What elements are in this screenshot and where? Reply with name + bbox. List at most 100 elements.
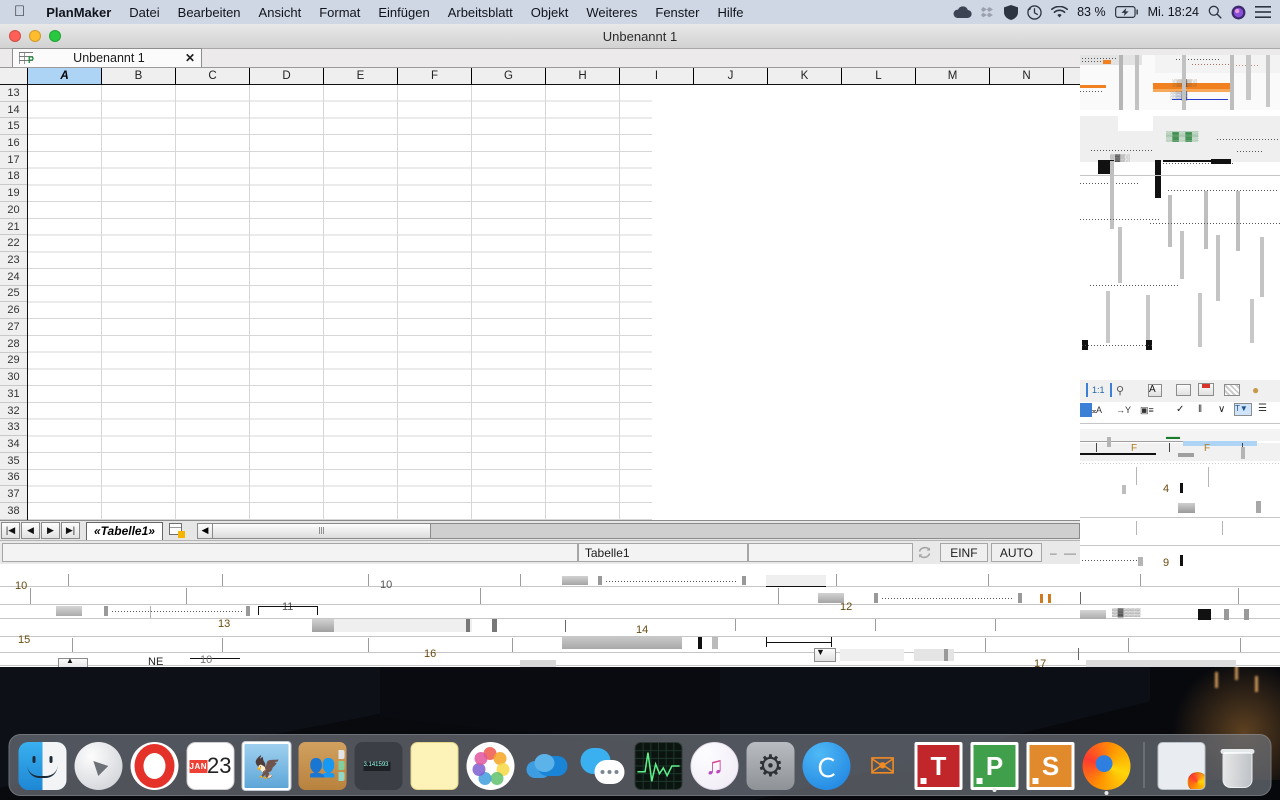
menu-clock[interactable]: Mi. 18:24: [1148, 5, 1199, 19]
column-header-c[interactable]: C: [176, 68, 250, 84]
row-header[interactable]: 35: [0, 452, 27, 470]
column-header-i[interactable]: I: [620, 68, 694, 84]
row-header[interactable]: 15: [0, 118, 27, 136]
insert-mode-indicator[interactable]: EINF: [939, 543, 988, 562]
row-header[interactable]: 22: [0, 235, 27, 253]
row-header[interactable]: 26: [0, 302, 27, 320]
dock-item-firefox[interactable]: [1082, 742, 1131, 795]
column-header-d[interactable]: D: [250, 68, 324, 84]
last-sheet-button[interactable]: ▶|: [61, 522, 80, 539]
column-header-l[interactable]: L: [842, 68, 916, 84]
column-header-k[interactable]: K: [768, 68, 842, 84]
menu-item-fenster[interactable]: Fenster: [646, 5, 708, 20]
menu-app-name[interactable]: PlanMaker: [37, 5, 120, 20]
menu-item-ansicht[interactable]: Ansicht: [250, 5, 311, 20]
menu-item-hilfe[interactable]: Hilfe: [708, 5, 752, 20]
battery-charging-icon[interactable]: [1114, 6, 1139, 18]
dock-item-app-store[interactable]: Ｃ: [802, 742, 851, 790]
column-header-g[interactable]: G: [472, 68, 546, 84]
clock-icon[interactable]: [1027, 4, 1042, 20]
column-header-f[interactable]: F: [398, 68, 472, 84]
column-header-m[interactable]: M: [916, 68, 990, 84]
horizontal-scrollbar[interactable]: ◀: [196, 522, 1080, 539]
dock-item-downloads-stack[interactable]: [1157, 742, 1206, 790]
row-header[interactable]: 16: [0, 135, 27, 152]
dock-item-onedrive[interactable]: [523, 742, 571, 790]
scroll-left-arrow[interactable]: ◀: [197, 523, 213, 538]
dock-item-presentations[interactable]: S: [1026, 742, 1075, 790]
menu-item-weiteres[interactable]: Weiteres: [577, 5, 646, 20]
dock-item-contacts[interactable]: 👥: [298, 742, 347, 790]
x-mark-icon[interactable]: [981, 5, 995, 19]
row-header[interactable]: 24: [0, 268, 27, 286]
search-icon[interactable]: [1208, 5, 1222, 19]
dock-item-finder[interactable]: [18, 742, 67, 790]
column-header-h[interactable]: H: [546, 68, 620, 84]
shield-icon[interactable]: [1004, 4, 1019, 20]
list-icon[interactable]: [1255, 6, 1271, 18]
row-header[interactable]: 37: [0, 486, 27, 503]
dock-item-opera[interactable]: [130, 742, 179, 790]
row-header[interactable]: 29: [0, 352, 27, 370]
resize-grip[interactable]: – —: [1050, 546, 1078, 560]
row-header[interactable]: 27: [0, 319, 27, 336]
row-header[interactable]: 28: [0, 335, 27, 353]
menu-item-arbeitsblatt[interactable]: Arbeitsblatt: [439, 5, 522, 20]
row-header[interactable]: 31: [0, 385, 27, 403]
refresh-icon[interactable]: [913, 545, 937, 560]
column-header-a[interactable]: A: [28, 68, 102, 84]
menu-item-bearbeiten[interactable]: Bearbeiten: [169, 5, 250, 20]
scrollbar-thumb[interactable]: [212, 523, 431, 538]
window-titlebar[interactable]: Unbenannt 1: [0, 24, 1280, 49]
dock-item-calendar[interactable]: JAN 23: [186, 742, 235, 790]
row-header[interactable]: 38: [0, 502, 27, 520]
previous-sheet-button[interactable]: ◀: [21, 522, 40, 539]
calc-mode-indicator[interactable]: AUTO: [990, 543, 1042, 562]
add-sheet-icon[interactable]: [168, 523, 185, 538]
dock-item-activity-monitor[interactable]: [634, 742, 683, 790]
column-header-b[interactable]: B: [102, 68, 176, 84]
wifi-icon[interactable]: [1051, 5, 1069, 19]
row-header[interactable]: 23: [0, 252, 27, 269]
dock-item-notes[interactable]: [410, 742, 459, 790]
dock-item-trash[interactable]: [1214, 742, 1262, 790]
dock-item-itunes[interactable]: ♫: [690, 742, 739, 790]
row-header[interactable]: 36: [0, 469, 27, 487]
row-header[interactable]: 33: [0, 419, 27, 437]
row-header[interactable]: 21: [0, 218, 27, 236]
row-header[interactable]: 25: [0, 285, 27, 303]
apple-icon[interactable]: : [8, 4, 37, 21]
menu-item-format[interactable]: Format: [310, 5, 369, 20]
spreadsheet-grid[interactable]: 13 14 15 16 17 18 19 20 21 22 23 24 25 2…: [0, 85, 1080, 520]
menu-item-objekt[interactable]: Objekt: [522, 5, 578, 20]
siri-icon[interactable]: [1231, 5, 1246, 20]
dock-item-thunderbird[interactable]: ✉: [859, 742, 907, 790]
cell-area[interactable]: [28, 85, 1080, 520]
menu-item-datei[interactable]: Datei: [120, 5, 168, 20]
row-header[interactable]: 18: [0, 168, 27, 186]
cloud-icon[interactable]: [953, 5, 972, 19]
next-sheet-button[interactable]: ▶: [41, 522, 60, 539]
select-all-corner[interactable]: [0, 68, 28, 84]
column-header-e[interactable]: E: [324, 68, 398, 84]
row-header[interactable]: 19: [0, 185, 27, 203]
sheet-tab-tabelle1[interactable]: «Tabelle1»: [86, 521, 163, 540]
close-icon[interactable]: ✕: [185, 51, 195, 65]
row-header[interactable]: 14: [0, 101, 27, 119]
column-header-n[interactable]: N: [990, 68, 1064, 84]
dock-item-mail[interactable]: 🦅: [242, 742, 291, 790]
column-header-j[interactable]: J: [694, 68, 768, 84]
first-sheet-button[interactable]: |◀: [1, 522, 20, 539]
row-header[interactable]: 13: [0, 85, 27, 102]
menu-item-einfuegen[interactable]: Einfügen: [369, 5, 438, 20]
row-header[interactable]: 34: [0, 436, 27, 453]
row-header[interactable]: 17: [0, 151, 27, 169]
document-tab[interactable]: P Unbenannt 1 ✕: [12, 48, 202, 67]
dock-item-calculator[interactable]: 3.141593: [354, 742, 403, 790]
row-header[interactable]: 32: [0, 402, 27, 420]
dock-item-system-preferences[interactable]: ⚙: [746, 742, 795, 790]
row-header[interactable]: 30: [0, 369, 27, 386]
dock-item-planmaker[interactable]: P: [970, 742, 1019, 792]
row-header[interactable]: 20: [0, 202, 27, 219]
dock-item-photos[interactable]: [466, 742, 515, 790]
